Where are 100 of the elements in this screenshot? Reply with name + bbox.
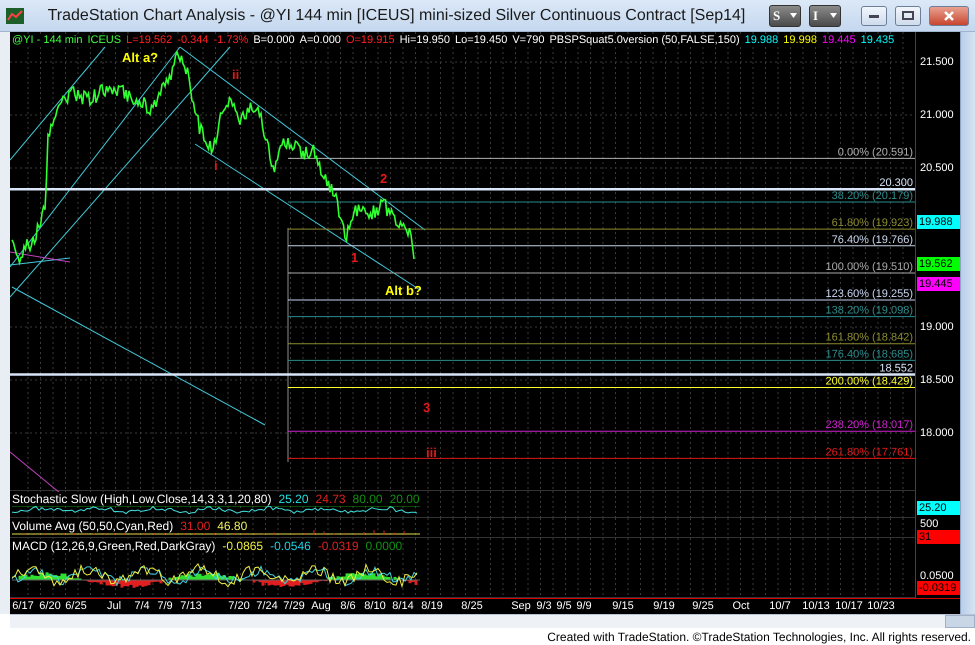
symbol-info-text: V=790 [512,34,544,46]
indicator-legend-text: 24.73 [316,492,346,506]
symbol-info-text: Lo=19.450 [455,34,508,46]
fibonacci-level-label: 76.40% (19.766) [832,234,913,246]
price-axis-label: 18.500 [920,374,954,386]
minimize-icon [869,14,879,18]
symbol-info-text: -1.73% [213,34,248,46]
indicator-legend-text: 20.00 [390,492,420,506]
fibonacci-level-label: 61.80% (19.923) [832,217,913,230]
fibonacci-level-label: 123.60% (19.255) [826,288,913,300]
symbol-info-text: Hi=19.950 [400,34,450,46]
date-axis-label: Aug [311,600,331,612]
date-axis-label: 6/25 [65,600,87,612]
date-axis-label: 7/9 [157,600,173,612]
symbol-info-text: @YI - 144 min [12,34,82,46]
fibonacci-level-label: 176.40% (18.685) [826,348,913,360]
date-axis-label: 7/24 [256,600,278,612]
minimize-button[interactable] [861,6,887,26]
date-axis-label: 8/6 [340,600,356,612]
wave-label: 1 [351,250,358,265]
date-axis-label: 9/15 [612,600,634,612]
date-axis-label: 8/14 [392,600,414,612]
date-axis-label: Sep [511,600,531,612]
scrollbar-thumb[interactable] [945,615,975,628]
date-axis-label: 7/29 [283,600,305,612]
wave-label: iii [426,445,437,460]
symbol-info-text: -0.344 [177,34,208,46]
symbol-info-text: 19.435 [860,34,894,46]
price-axis-label: 19.000 [920,321,954,333]
date-axis-label: 9/19 [653,600,675,612]
indicator-legend-text: Volume Avg (50,50,Cyan,Red) [12,519,174,534]
date-axis-label: 9/3 [536,600,552,612]
price-marker: 19.988 [917,215,960,230]
indicator-legend-text: 25.20 [278,492,309,506]
fibonacci-level-label: 238.20% (18.017) [826,419,913,432]
symbol-info-text: L=19.562 [126,34,172,46]
date-axis-label: 7/13 [180,600,202,612]
indicator-legend-text: -0.0546 [270,539,311,554]
maximize-icon [902,11,914,20]
date-axis-label: Jul [106,600,122,612]
symbol-info-text: A=0.000 [300,34,341,46]
price-marker: 19.562 [917,257,960,272]
indicator-value-marker: 25.20 [917,501,960,516]
indicator-legend-text: 0.0000 [366,539,402,554]
close-icon [944,10,954,20]
symbol-info-text: 19.998 [783,34,817,46]
fibonacci-level-label: 100.00% (19.510) [826,260,913,273]
chart-app-icon [6,8,24,24]
date-axis-label: 8/10 [364,600,386,612]
wave-label: Alt a? [122,50,158,65]
wave-label: Alt b? [385,283,422,298]
date-axis-label: 7/4 [134,600,150,612]
price-axis-label: 18.000 [920,427,954,439]
indicator-legend-text: -0.0865 [222,539,264,554]
horizontal-scrollbar[interactable] [10,614,975,628]
toolbar-dropdown-button[interactable]: I [809,4,841,26]
wave-label: ii [232,67,240,82]
date-axis-label: 6/17 [12,600,34,612]
date-axis-label: 9/25 [692,600,714,612]
wave-label: 3 [423,400,430,415]
toolbar-dropdown-button[interactable]: S [769,4,801,26]
indicator-value-marker: -0.0319 [917,581,960,596]
symbol-info-text: ICEUS [87,34,122,46]
indicator-legend-text: 31.00 [180,519,210,534]
date-axis-label: 10/13 [802,600,830,612]
price-axis-label: 20.500 [920,162,954,174]
close-button[interactable] [929,6,969,26]
indicator-axis-label: 500 [920,518,938,530]
indicator-legend-text: 46.80 [217,519,248,534]
caret-icon [790,13,797,18]
indicator-legend-text: MACD (12,26,9,Green,Red,DarkGray) [12,539,216,554]
vertical-scrollbar[interactable] [960,32,975,614]
symbol-info-text: O=19.915 [346,34,395,46]
indicator-legend-text: -0.0319 [318,539,359,554]
date-axis-label: 7/20 [228,600,250,612]
window-title: TradeStation Chart Analysis - @YI 144 min [ICEUS] mini-sized Silver Continuous Contract [Sep14] [46,6,746,24]
price-axis-label: 21.000 [920,109,954,121]
symbol-info-text: B=0.000 [253,34,295,46]
price-axis-label: 21.500 [920,56,954,68]
date-axis-label: Oct [732,600,750,612]
indicator-legend-text: Stochastic Slow (High,Low,Close,14,3,3,1,20,80) [12,492,272,506]
symbol-info-text: PBSPSquat5.0version (50,FALSE,150) [549,34,740,46]
copyright-text: Created with TradeStation. ©TradeStation Technologies, Inc. All rights reserved. [547,630,971,644]
indicator-legend-text: 80.00 [352,492,383,506]
price-marker: 19.445 [917,276,960,291]
date-axis-label: 8/25 [461,600,483,612]
date-axis-label: 9/5 [556,600,572,612]
date-axis-label: 10/23 [867,600,895,612]
fibonacci-level-label: 161.80% (18.842) [826,332,913,344]
date-axis-label: 10/7 [769,600,791,612]
fibonacci-level-label: 138.20% (19.098) [826,304,913,317]
date-axis-label: 10/17 [835,600,863,612]
symbol-info-text: 19.988 [744,34,778,46]
wave-label: 2 [380,171,388,186]
maximize-button[interactable] [895,6,921,26]
fibonacci-level-label: 38.20% (20.179) [832,190,913,202]
wave-label: i [214,158,218,173]
symbol-info-text: 19.445 [822,34,856,46]
date-axis-label: 6/20 [39,600,61,612]
date-axis-label: 8/19 [421,600,443,612]
